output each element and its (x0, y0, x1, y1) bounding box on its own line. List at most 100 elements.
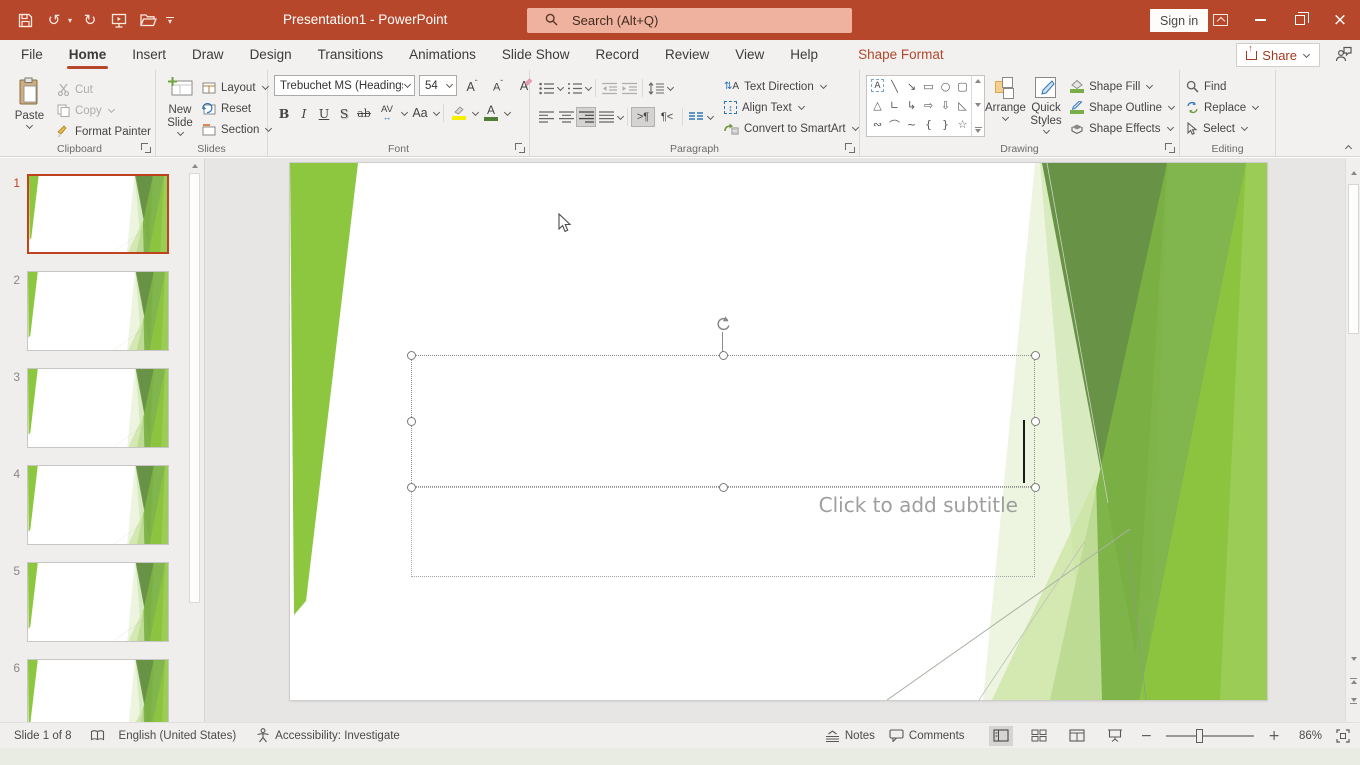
shape-fill-button[interactable]: Shape Fill (1070, 76, 1175, 97)
shape-option-12[interactable]: ∾ (869, 115, 886, 134)
shape-option-16[interactable]: } (937, 115, 954, 134)
scroll-up-icon[interactable] (1346, 166, 1360, 180)
slide-thumbnail-1[interactable]: 1 (4, 174, 204, 254)
align-right-button[interactable] (576, 107, 596, 127)
layout-button[interactable]: Layout (202, 77, 272, 98)
tab-view[interactable]: View (722, 40, 777, 70)
open-folder-icon[interactable] (137, 9, 159, 31)
zoom-in-button[interactable]: + (1268, 728, 1280, 744)
resize-handle-mid-left[interactable] (406, 416, 416, 426)
tab-help[interactable]: Help (777, 40, 831, 70)
cut-button[interactable]: Cut (57, 79, 151, 100)
shape-option-13[interactable]: ⌒ (886, 115, 903, 134)
decrease-font-size-button[interactable]: Aˇ (487, 76, 509, 96)
subtitle-placeholder[interactable]: Click to add subtitle (411, 487, 1035, 577)
gallery-scroll-down-icon[interactable] (975, 102, 981, 107)
left-to-right-button[interactable]: >¶ (631, 107, 655, 127)
share-button[interactable]: Share (1236, 43, 1320, 67)
thumbnail-scrollbar[interactable] (187, 158, 202, 722)
slide-sorter-view-button[interactable] (1027, 726, 1051, 746)
shape-option-15[interactable]: { (920, 115, 937, 134)
resize-handle-mid-right[interactable] (1030, 416, 1040, 426)
zoom-slider[interactable] (1166, 728, 1255, 743)
shape-option-2[interactable]: ↘ (903, 77, 920, 96)
resize-handle-top-left[interactable] (406, 350, 416, 360)
comments-person-icon[interactable] (1335, 46, 1352, 65)
save-icon[interactable] (14, 9, 36, 31)
slide-indicator[interactable]: Slide 1 of 8 (14, 730, 72, 742)
notes-button[interactable]: Notes (825, 730, 875, 742)
reset-button[interactable]: Reset (202, 98, 272, 119)
text-shadow-button[interactable]: S (334, 103, 354, 123)
scroll-up-icon[interactable] (191, 164, 198, 168)
shape-option-9[interactable]: ⇨ (920, 96, 937, 115)
shape-outline-button[interactable]: Shape Outline (1070, 97, 1176, 118)
shape-option-10[interactable]: ⇩ (937, 96, 954, 115)
shape-option-5[interactable]: ▢ (954, 77, 971, 96)
tab-record[interactable]: Record (582, 40, 652, 70)
slide-thumbnail-6[interactable]: 6 (4, 659, 204, 722)
title-placeholder-selected[interactable] (411, 355, 1035, 487)
font-dialog-launcher-icon[interactable] (515, 143, 525, 153)
search-box[interactable]: Search (Alt+Q) (527, 8, 852, 33)
zoom-out-button[interactable]: − (1141, 728, 1153, 744)
spell-check-button[interactable] (90, 729, 105, 742)
paragraph-dialog-launcher-icon[interactable] (845, 143, 855, 153)
justify-button[interactable] (596, 107, 616, 127)
character-spacing-button[interactable]: AV ↔ (374, 103, 400, 123)
select-button[interactable]: Select (1186, 118, 1259, 139)
shape-effects-button[interactable]: Shape Effects (1070, 118, 1175, 139)
chevron-down-icon[interactable] (556, 83, 565, 91)
italic-button[interactable]: I (294, 103, 314, 123)
tab-design[interactable]: Design (237, 40, 305, 70)
decrease-indent-button[interactable] (599, 78, 619, 98)
next-slide-icon[interactable] (1346, 694, 1360, 708)
zoom-slider-thumb[interactable] (1196, 728, 1204, 743)
strikethrough-button[interactable]: ab (354, 103, 374, 123)
chevron-down-icon[interactable] (471, 108, 480, 116)
accessibility-checker[interactable]: Accessibility: Investigate (256, 728, 400, 743)
scrollbar-thumb[interactable] (1348, 184, 1359, 334)
text-direction-button[interactable]: ⇅A Text Direction (724, 76, 859, 97)
thumbnail-scrollbar-thumb[interactable] (189, 173, 200, 603)
tab-transitions[interactable]: Transitions (305, 40, 397, 70)
right-to-left-button[interactable]: ¶< (655, 107, 679, 127)
previous-slide-icon[interactable] (1346, 674, 1360, 688)
shape-option-6[interactable]: △ (869, 96, 886, 115)
close-icon[interactable]: × (1320, 0, 1360, 40)
shape-option-14[interactable]: ~ (903, 115, 920, 134)
language-indicator[interactable]: English (United States) (119, 730, 237, 742)
chevron-down-icon[interactable] (503, 108, 512, 116)
underline-button[interactable]: U (314, 103, 334, 123)
shape-option-11[interactable]: ◺ (954, 96, 971, 115)
gallery-scroll-up-icon[interactable] (975, 79, 981, 83)
tab-file[interactable]: File (8, 40, 56, 70)
shape-option-3[interactable]: ▭ (920, 77, 937, 96)
slide-thumbnail-4[interactable]: 4 (4, 465, 204, 545)
chevron-down-icon[interactable] (584, 83, 593, 91)
text-highlight-button[interactable] (447, 103, 471, 123)
resize-handle-top-center[interactable] (718, 350, 728, 360)
shape-option-4[interactable]: ○ (937, 77, 954, 96)
vertical-scrollbar[interactable] (1345, 158, 1360, 722)
chevron-down-icon[interactable] (666, 83, 675, 91)
increase-indent-button[interactable] (619, 78, 639, 98)
start-slideshow-icon[interactable] (108, 9, 130, 31)
reading-view-button[interactable] (1065, 726, 1089, 746)
comments-button[interactable]: Comments (889, 729, 965, 742)
chevron-down-icon[interactable] (432, 108, 441, 116)
increase-font-size-button[interactable]: Aˆ (461, 76, 483, 96)
align-text-button[interactable]: ↕ Align Text (724, 97, 859, 118)
tab-slide-show[interactable]: Slide Show (489, 40, 583, 70)
zoom-level[interactable]: 86% (1294, 730, 1322, 742)
undo-icon[interactable]: ↺ (43, 9, 65, 31)
rotate-handle-icon[interactable] (714, 315, 732, 333)
copy-button[interactable]: Copy (57, 100, 151, 121)
ribbon-display-options-icon[interactable] (1200, 0, 1240, 40)
convert-to-smartart-button[interactable]: Convert to SmartArt (724, 118, 859, 139)
slide-canvas[interactable]: Click to add subtitle (290, 163, 1267, 700)
chevron-down-icon[interactable] (706, 112, 715, 120)
scroll-down-icon[interactable] (1346, 652, 1360, 666)
fit-to-window-button[interactable] (1336, 728, 1350, 743)
customize-qat-icon[interactable]: ▾ (166, 16, 175, 25)
